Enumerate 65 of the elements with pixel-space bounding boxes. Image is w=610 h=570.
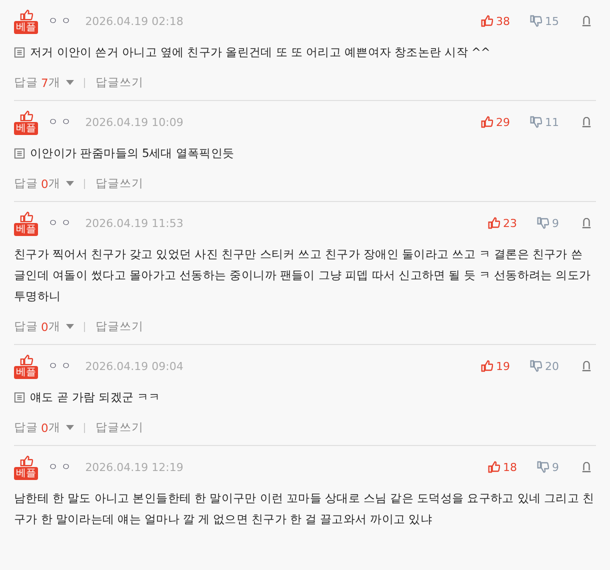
like-button[interactable]: 38 bbox=[481, 14, 510, 28]
author-name[interactable]: ㅇ ㅇ bbox=[48, 359, 72, 373]
dislike-button[interactable]: 9 bbox=[537, 460, 559, 474]
report-icon[interactable] bbox=[581, 116, 592, 128]
best-badge: 베플 bbox=[14, 466, 38, 480]
comment-date: 2026.04.19 02:18 bbox=[85, 14, 184, 28]
dislike-button[interactable]: 15 bbox=[530, 14, 559, 28]
dislike-button[interactable]: 9 bbox=[537, 216, 559, 230]
memo-icon bbox=[14, 392, 25, 403]
report-icon[interactable] bbox=[581, 360, 592, 372]
report-icon[interactable] bbox=[581, 218, 592, 228]
caret-icon bbox=[66, 324, 74, 329]
author-name[interactable]: ㅇ ㅇ bbox=[48, 460, 72, 474]
best-badge: 베플 bbox=[14, 20, 38, 34]
thumbs-down-icon bbox=[530, 116, 542, 128]
caret-icon bbox=[66, 181, 74, 186]
thumbs-up-icon bbox=[488, 217, 500, 229]
write-reply-link[interactable]: 답글쓰기 bbox=[95, 75, 144, 90]
thumbs-up-icon bbox=[481, 15, 493, 27]
comment-text: 친구가 찍어서 친구가 갖고 있었던 사진 친구만 스티커 쓰고 친구가 장애인 둘이라고 쓰고 ㅋ 결론은 친구가 쓴 글인데 여돌이 썼다고 몰아가고 선동하는 중이니까 팬들이 그냥 피뎁 따서 신고하면 될 듯 ㅋ 선동하려는 의도가 투명하니 bbox=[14, 246, 592, 305]
caret-icon bbox=[66, 425, 74, 430]
thumbs-down-icon bbox=[537, 461, 549, 473]
thumbs-down-icon bbox=[537, 217, 549, 229]
thumbs-up-icon bbox=[20, 354, 32, 366]
report-icon[interactable] bbox=[581, 16, 592, 26]
like-button[interactable]: 23 bbox=[488, 216, 517, 230]
author-name[interactable]: ㅇ ㅇ bbox=[48, 216, 72, 230]
memo-icon bbox=[14, 47, 25, 58]
best-badge: 베플 bbox=[14, 366, 38, 378]
replies-toggle[interactable]: 답글 0개 bbox=[14, 420, 74, 435]
author-name[interactable]: ㅇ ㅇ bbox=[48, 115, 72, 129]
best-badge: 베플 bbox=[14, 222, 38, 236]
comment-text: 이안이가 판줌마들의 5세대 열폭픽인듯 bbox=[30, 145, 234, 162]
comment-text: 남한테 한 말도 아니고 본인들한테 한 말이구만 이런 꼬마들 상대로 스님 같은 도덕성을 요구하고 있네 그리고 친구가 한 말이라는데 얘는 얼마나 깔 게 없으면 친구가 한 걸 끌고와서 까이고 있냐 bbox=[14, 490, 596, 528]
replies-toggle[interactable]: 답글 7개 bbox=[14, 75, 74, 90]
comment-text: 저거 이안이 쓴거 아니고 옆에 친구가 올린건데 또 또 어리고 예쁜여자 창조논란 시작 ^^ bbox=[30, 44, 490, 61]
write-reply-link[interactable]: 답글쓰기 bbox=[95, 319, 144, 334]
thumbs-down-icon bbox=[530, 360, 542, 372]
replies-toggle[interactable]: 답글 0개 bbox=[14, 176, 74, 191]
thumbs-up-icon bbox=[20, 8, 32, 20]
thumbs-up-icon bbox=[481, 360, 493, 372]
like-button[interactable]: 19 bbox=[481, 360, 510, 372]
dislike-button[interactable]: 20 bbox=[530, 360, 559, 372]
replies-toggle[interactable]: 답글 0개 bbox=[14, 319, 74, 334]
comment-date: 2026.04.19 12:19 bbox=[85, 460, 184, 474]
like-button[interactable]: 29 bbox=[481, 116, 510, 128]
dislike-button[interactable]: 11 bbox=[530, 116, 559, 128]
write-reply-link[interactable]: 답글쓰기 bbox=[95, 176, 144, 191]
thumbs-down-icon bbox=[530, 15, 542, 27]
comment-date: 2026.04.19 11:53 bbox=[85, 216, 184, 230]
memo-icon bbox=[14, 148, 25, 159]
author-name[interactable]: ㅇ ㅇ bbox=[48, 14, 72, 28]
thumbs-up-icon bbox=[20, 454, 32, 466]
thumbs-up-icon bbox=[20, 210, 32, 222]
report-icon[interactable] bbox=[581, 462, 592, 472]
comment-date: 2026.04.19 10:09 bbox=[85, 116, 184, 128]
caret-icon bbox=[66, 80, 74, 85]
best-badge: 베플 bbox=[14, 122, 38, 134]
like-button[interactable]: 18 bbox=[488, 460, 517, 474]
thumbs-up-icon bbox=[20, 110, 32, 122]
thumbs-up-icon bbox=[481, 116, 493, 128]
comment-text: 얘도 곧 가람 되겠군 ㅋㅋ bbox=[30, 389, 160, 406]
write-reply-link[interactable]: 답글쓰기 bbox=[95, 420, 144, 435]
thumbs-up-icon bbox=[488, 461, 500, 473]
comment-date: 2026.04.19 09:04 bbox=[85, 360, 184, 372]
